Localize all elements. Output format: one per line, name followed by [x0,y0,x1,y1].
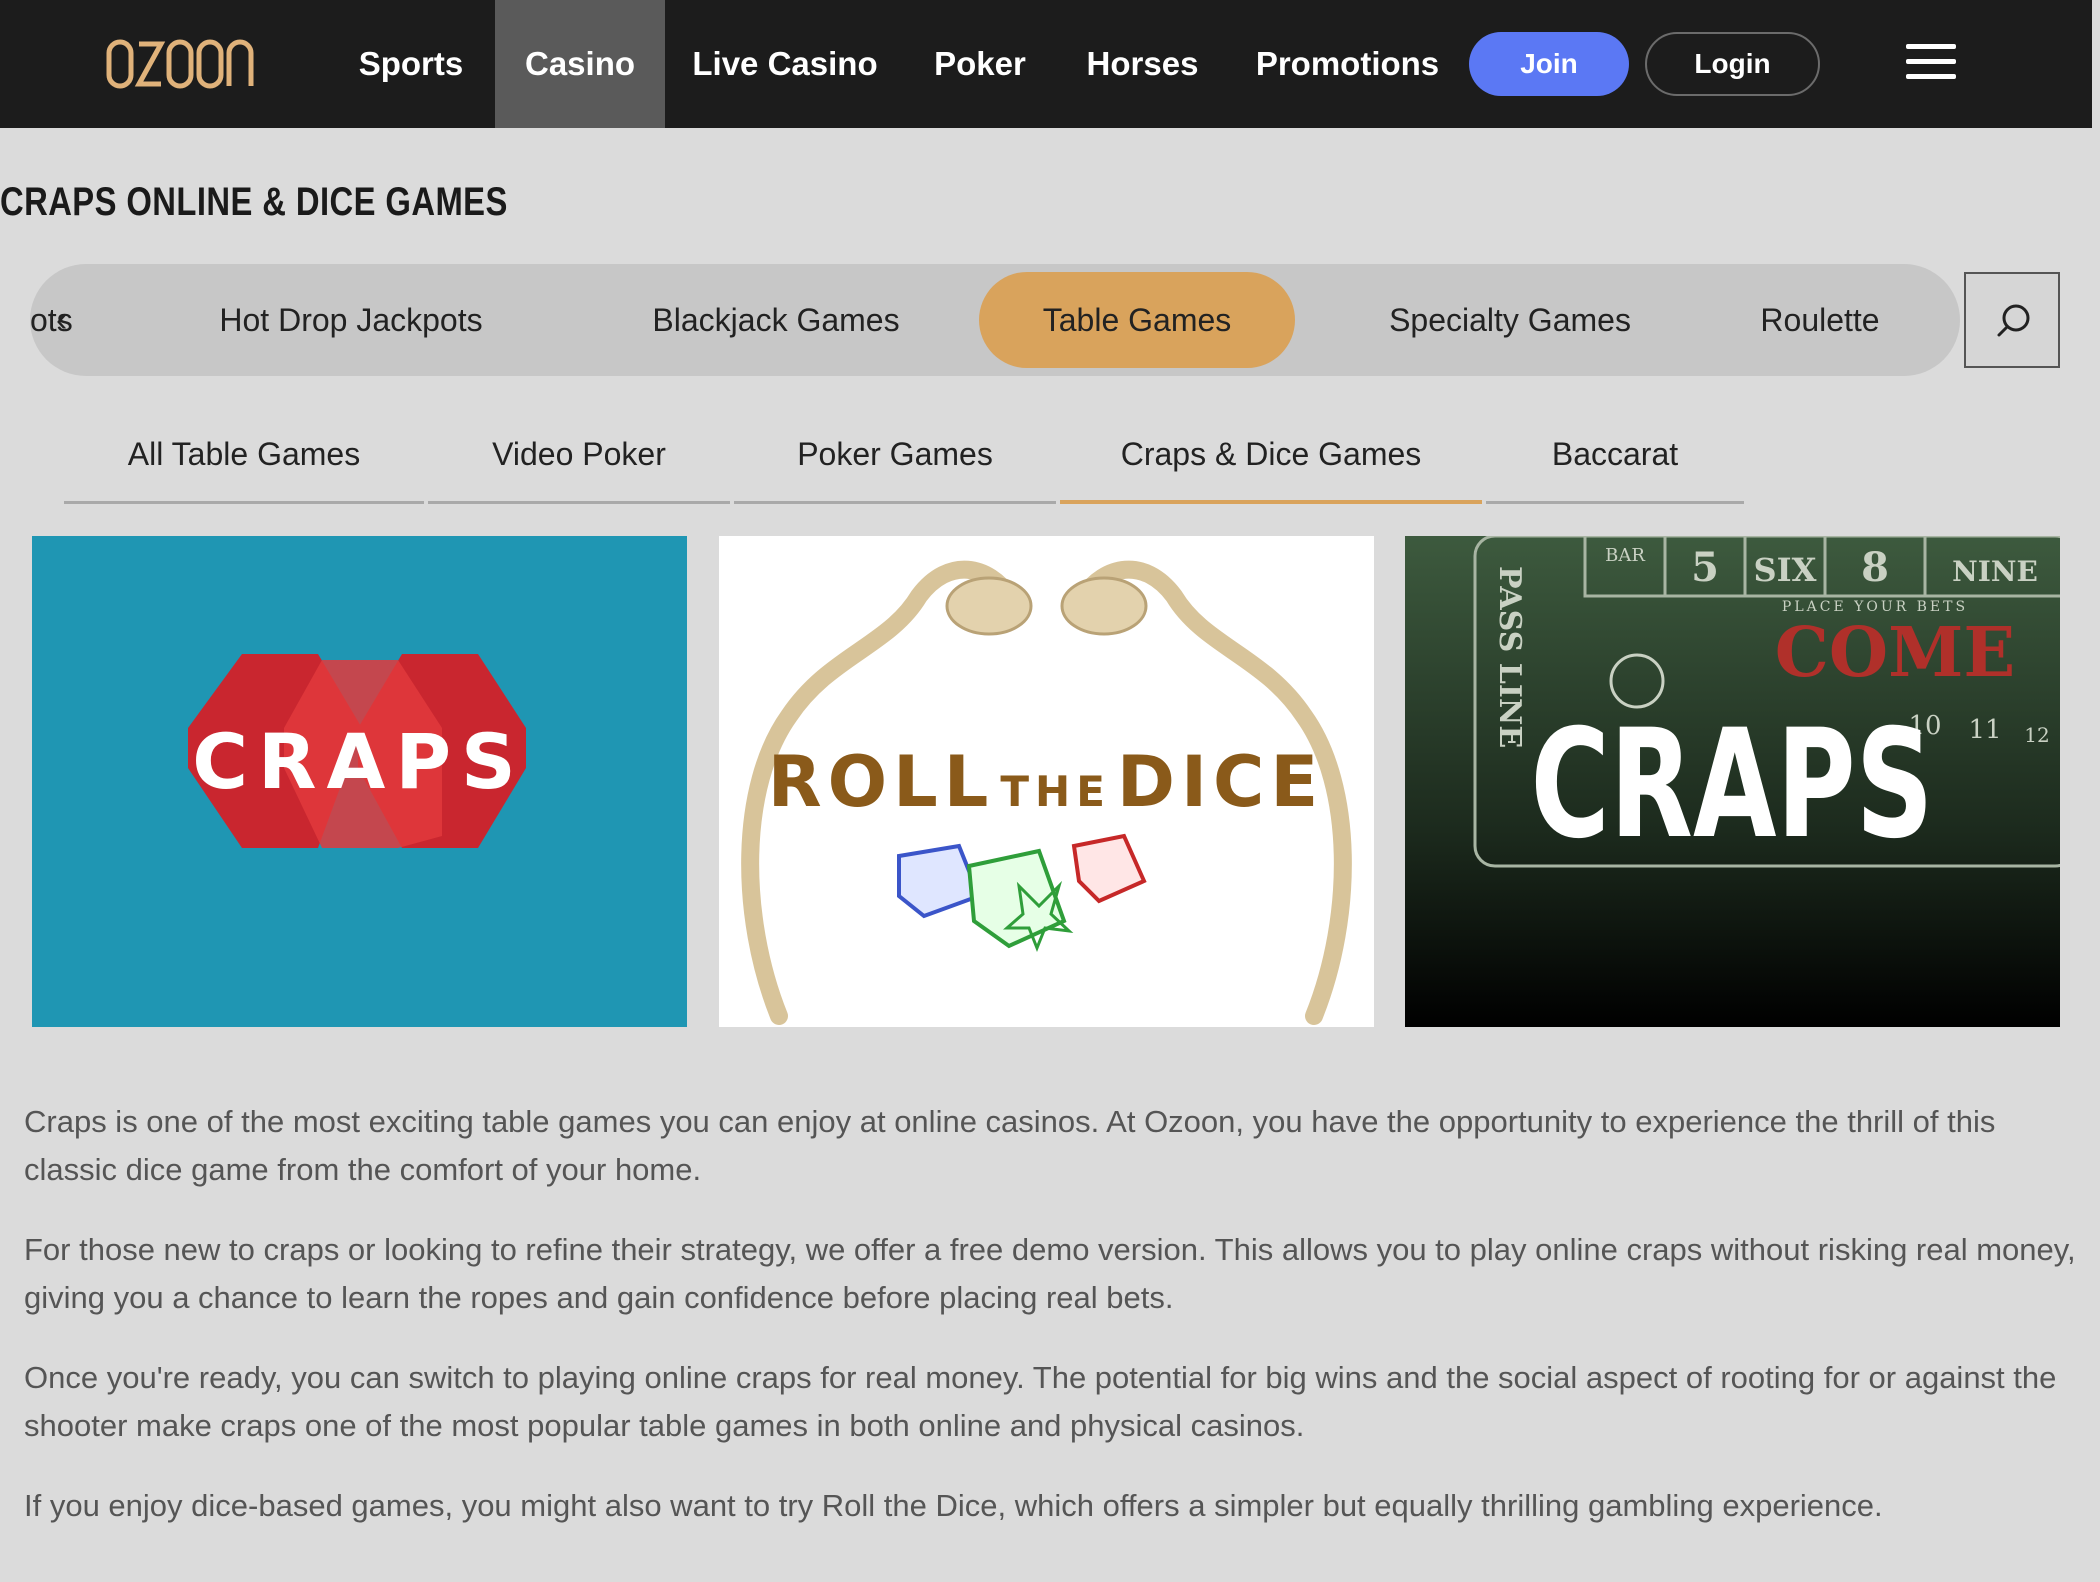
login-button[interactable]: Login [1645,32,1820,96]
game-title-text: CRAPS [192,717,526,806]
subtab-craps-dice-games[interactable]: Craps & Dice Games [1060,412,1482,504]
nav-promotions[interactable]: Promotions [1240,0,1455,128]
description-paragraph: If you enjoy dice-based games, you might… [24,1488,1883,1523]
svg-text:8: 8 [1861,544,1889,591]
game-tile-craps-hex[interactable]: CRAPS [32,536,687,1027]
svg-text:BAR: BAR [1605,545,1645,566]
nav-live-casino[interactable]: Live Casino [680,0,890,128]
category-hot-drop-jackpots[interactable]: Hot Drop Jackpots [196,272,506,368]
ozoon-logo[interactable] [106,28,256,116]
description-paragraph: For those new to craps or looking to ref… [24,1232,2076,1315]
svg-text:5: 5 [1691,544,1719,591]
nav-casino[interactable]: Casino [495,0,665,128]
nav-horses[interactable]: Horses [1070,0,1215,128]
category-specialty-games[interactable]: Specialty Games [1360,272,1660,368]
nav-sports[interactable]: Sports [336,0,486,128]
svg-text:11: 11 [1968,715,2001,745]
description-paragraph: Craps is one of the most exciting table … [24,1104,1996,1187]
svg-text:12: 12 [2024,723,2049,747]
nav-poker[interactable]: Poker [905,0,1055,128]
category-carousel: ots ‹ Hot Drop Jackpots Blackjack Games … [30,264,1960,376]
game-tile-craps-table[interactable]: 5 SIX 8 NINE BAR PLACE YOUR BETS COME PA… [1405,536,2060,1027]
search-icon [1997,304,2030,337]
chevron-left-icon[interactable]: ‹ [56,272,67,368]
join-button[interactable]: Join [1469,32,1629,96]
category-table-games[interactable]: Table Games [979,272,1295,368]
subtab-all-table-games[interactable]: All Table Games [64,412,424,504]
subtab-baccarat[interactable]: Baccarat [1486,412,1744,504]
top-navigation-bar: Sports Casino Live Casino Poker Horses P… [0,0,2092,128]
game-thumbnail-roll-the-dice: ROLL THEDICE [719,536,1374,1027]
category-roulette[interactable]: Roulette [1720,272,1920,368]
ozoon-logo-graphic [106,39,254,89]
svg-text:SIX: SIX [1754,551,1817,589]
description-paragraph: Once you're ready, you can switch to pla… [24,1360,2057,1443]
subtab-poker-games[interactable]: Poker Games [734,412,1056,504]
svg-text:NINE: NINE [1952,555,2038,588]
hamburger-menu-icon[interactable] [1906,44,1956,84]
subtab-video-poker[interactable]: Video Poker [428,412,730,504]
svg-text:PASS LINE: PASS LINE [1492,566,1527,748]
game-thumbnail-craps: CRAPS [32,536,687,1027]
page-title: CRAPS ONLINE & DICE GAMES [0,180,508,224]
svg-text:COME: COME [1775,613,2015,693]
game-tile-roll-the-dice[interactable]: ROLL THEDICE [719,536,1374,1027]
game-title-text: CRAPS [1531,697,1934,871]
search-button[interactable] [1964,272,2060,368]
category-blackjack-games[interactable]: Blackjack Games [626,272,926,368]
game-thumbnail-craps-table: 5 SIX 8 NINE BAR PLACE YOUR BETS COME PA… [1405,536,2060,1027]
